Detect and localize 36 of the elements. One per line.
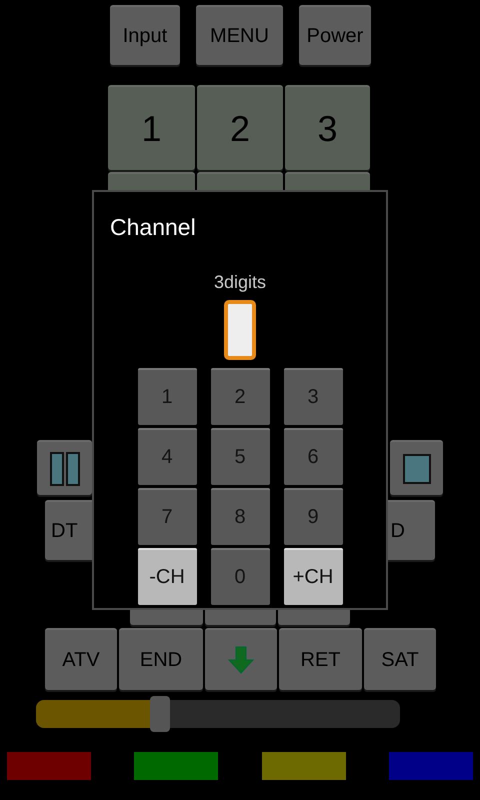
channel-step-button[interactable]: +CH <box>284 548 342 604</box>
digit-key[interactable]: 4 <box>138 428 196 484</box>
field-label: 3digits <box>212 270 268 294</box>
remote-button[interactable]: RET <box>279 628 362 690</box>
dialog-title: Channel <box>110 213 197 242</box>
remote-button[interactable]: END <box>119 628 203 690</box>
color-button[interactable] <box>388 752 473 780</box>
digit-key[interactable]: 9 <box>284 488 342 544</box>
digit-key[interactable]: 8 <box>210 488 270 544</box>
color-button[interactable] <box>7 752 91 780</box>
number-key[interactable]: 3 <box>285 85 370 170</box>
remote-button[interactable]: Power <box>299 5 371 65</box>
digit-key[interactable]: 6 <box>284 428 342 484</box>
remote-button[interactable]: Input <box>110 5 180 65</box>
digit-key[interactable]: 0 <box>210 548 270 604</box>
number-key[interactable]: 1 <box>108 85 195 170</box>
remote-button[interactable]: ATV <box>45 628 117 690</box>
channel-input-field[interactable] <box>224 300 256 360</box>
stop-button[interactable] <box>390 440 443 495</box>
remote-button[interactable]: SAT <box>364 628 436 690</box>
number-key[interactable]: 2 <box>197 85 283 170</box>
remote-button[interactable]: MENU <box>196 5 283 65</box>
pause-icon <box>50 452 80 486</box>
digit-key[interactable]: 5 <box>210 428 270 484</box>
digit-key[interactable]: 1 <box>138 368 196 424</box>
stop-icon <box>402 454 430 484</box>
down-arrow-icon <box>228 646 254 674</box>
color-button[interactable] <box>134 752 218 780</box>
pause-button[interactable] <box>37 440 92 495</box>
slider-thumb[interactable] <box>150 696 170 732</box>
digit-key[interactable]: 3 <box>284 368 342 424</box>
digit-key[interactable]: 7 <box>138 488 196 544</box>
down-button[interactable] <box>205 628 277 690</box>
digit-key[interactable]: 2 <box>210 368 270 424</box>
color-button[interactable] <box>262 752 346 780</box>
channel-step-button[interactable]: -CH <box>138 548 196 604</box>
